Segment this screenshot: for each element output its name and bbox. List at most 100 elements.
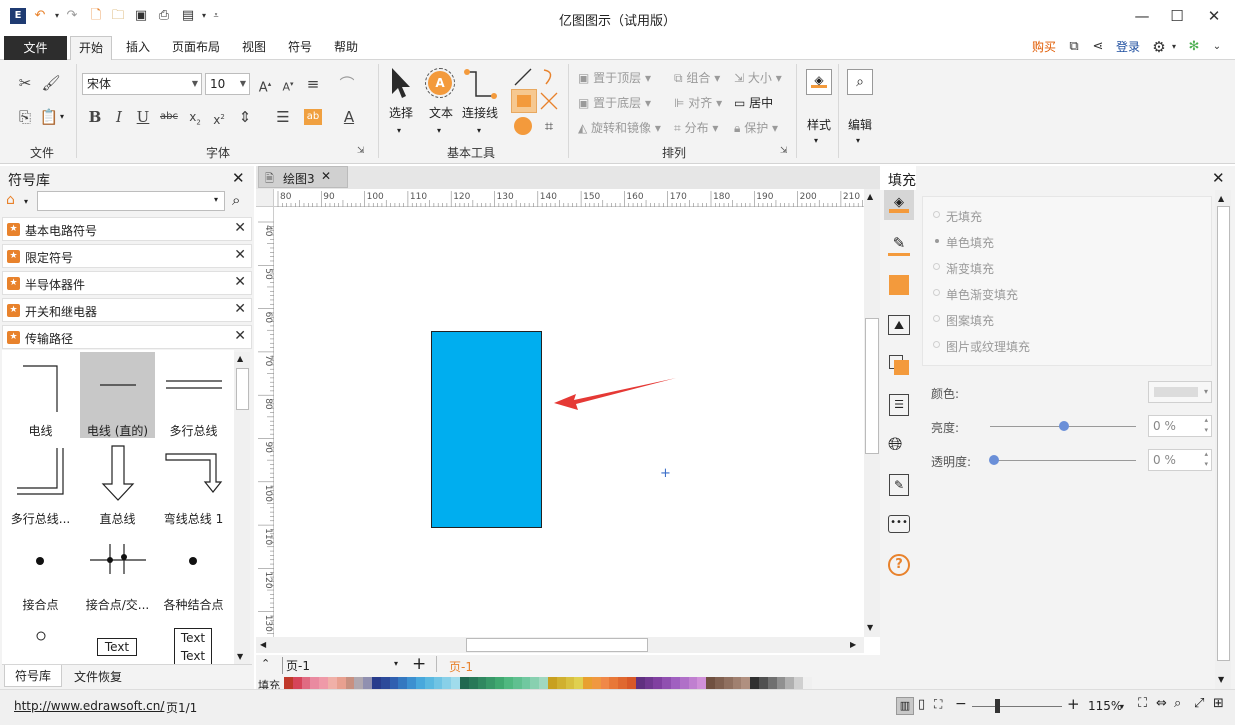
fit-width-icon[interactable]: ⇔ [1156, 696, 1167, 711]
grid-icon[interactable]: ⊞ [1213, 696, 1224, 711]
undo-dropdown-icon[interactable]: ▾ [49, 8, 65, 24]
shape-multiline-bus-corner[interactable]: 多行总线... [3, 440, 78, 526]
transparency-slider-thumb[interactable] [989, 455, 999, 465]
category-close-icon[interactable]: ✕ [234, 247, 246, 263]
copy-icon[interactable]: ⎘ [14, 106, 36, 128]
color-swatch[interactable] [609, 677, 619, 689]
bold-icon[interactable]: B [84, 106, 106, 128]
login-link[interactable]: 登录 [1108, 34, 1148, 60]
page-tab[interactable]: 页-1 [449, 658, 473, 675]
distribute-button[interactable]: ⌗ 分布 ▾ [674, 119, 718, 136]
radio-texture-fill[interactable] [933, 341, 940, 348]
color-swatch[interactable] [759, 677, 768, 689]
shape-text-box[interactable]: Text [80, 616, 155, 664]
page-collapse-icon[interactable]: ⌃ [261, 657, 270, 670]
color-swatch[interactable] [547, 677, 557, 689]
library-scroll-thumb[interactable] [236, 368, 249, 410]
font-name-select[interactable]: 宋体 ▼ [82, 73, 202, 95]
color-swatch[interactable] [671, 677, 680, 689]
color-swatch[interactable] [424, 677, 434, 689]
style-dropdown-icon[interactable]: ▾ [814, 136, 818, 145]
text-tool-icon[interactable]: A [425, 68, 455, 98]
option-no-fill[interactable]: 无填充 [946, 208, 982, 225]
radio-gradient-fill[interactable] [933, 263, 940, 270]
color-swatch[interactable] [530, 677, 540, 689]
library-category-row[interactable]: ★ 限定符号 ✕ [2, 244, 252, 268]
paste-icon[interactable]: 📋 [38, 106, 60, 128]
category-close-icon[interactable]: ✕ [234, 220, 246, 236]
fullscreen-icon[interactable]: ⤢ [1194, 696, 1204, 711]
color-swatch[interactable] [600, 677, 610, 689]
search-dropdown-icon[interactable]: ▾ [214, 195, 218, 204]
vscroll-up-icon[interactable]: ▲ [867, 192, 873, 201]
category-close-icon[interactable]: ✕ [234, 301, 246, 317]
color-swatch[interactable] [679, 677, 689, 689]
radio-solid-gradient-fill[interactable] [933, 289, 940, 296]
transparency-input[interactable]: 0 % ▴ ▾ [1148, 449, 1212, 471]
color-swatch[interactable] [327, 677, 337, 689]
shrink-font-icon[interactable]: A▾ [277, 73, 299, 95]
color-swatch[interactable] [644, 677, 654, 689]
shape-wire-straight[interactable]: 电线 (直的) [80, 352, 155, 438]
fill-scroll-up-icon[interactable]: ▲ [1218, 194, 1224, 203]
search-icon[interactable]: ⌕ [232, 191, 240, 209]
paste-dropdown-icon[interactable]: ▾ [60, 112, 64, 121]
zoom-dropdown-icon[interactable]: ▾ [1120, 702, 1124, 711]
brightness-input[interactable]: 0 % ▴ ▾ [1148, 415, 1212, 437]
color-swatch[interactable] [371, 677, 381, 689]
paragraph-align-icon[interactable]: ≡ [302, 73, 324, 95]
color-swatch[interactable] [723, 677, 733, 689]
color-swatch[interactable] [451, 677, 460, 689]
connector-dropdown-icon[interactable]: ▾ [477, 126, 481, 135]
color-swatch[interactable] [284, 677, 293, 689]
color-swatch[interactable] [459, 677, 469, 689]
select-tool-label[interactable]: 选择 [386, 104, 416, 121]
protect-button[interactable]: 🔒︎ 保护 ▾ [734, 119, 778, 136]
color-swatch[interactable] [486, 677, 496, 689]
color-swatch[interactable] [292, 677, 302, 689]
note-icon[interactable]: ✎ [889, 474, 909, 496]
home-dropdown-icon[interactable]: ▾ [24, 197, 28, 206]
home-icon[interactable]: ⌂ [6, 192, 15, 208]
radio-no-fill[interactable] [933, 211, 940, 218]
option-pattern-fill[interactable]: 图案填充 [946, 312, 994, 329]
connector-tool-label[interactable]: 连接线 [460, 104, 500, 121]
view-page-icon[interactable]: ▯ [918, 697, 925, 712]
crop-tool-icon[interactable]: ⌗ [538, 115, 560, 137]
open-folder-icon[interactable]: 🗀 [110, 8, 126, 24]
color-swatch[interactable] [715, 677, 724, 689]
group-button[interactable]: ⧉ 组合 ▾ [674, 69, 720, 86]
fill-tab-icon[interactable]: ◈ [884, 190, 914, 220]
connector-tool-icon[interactable] [462, 68, 500, 102]
layers-icon[interactable] [889, 355, 909, 375]
subscript-icon[interactable]: x2 [184, 106, 206, 128]
fit-page-icon[interactable]: ⛶ [1138, 696, 1147, 711]
shape-text-stack[interactable]: Text Text [156, 616, 231, 666]
cut-icon[interactable]: ✂ [14, 72, 36, 94]
fill-scroll-thumb[interactable] [1217, 206, 1230, 661]
arc-tool-icon[interactable] [538, 66, 560, 88]
category-close-icon[interactable]: ✕ [234, 328, 246, 344]
hscroll-left-icon[interactable]: ◀ [260, 640, 266, 649]
style-icon[interactable]: ◈ [806, 69, 832, 95]
radio-pattern-fill[interactable] [933, 315, 940, 322]
shape-open-junction[interactable] [3, 616, 78, 664]
color-swatch[interactable] [503, 677, 513, 689]
color-swatch[interactable] [301, 677, 311, 689]
color-swatch[interactable] [495, 677, 504, 689]
library-category-row[interactable]: ★ 传输路径 ✕ [2, 325, 252, 349]
line-style-icon[interactable]: ✎ [888, 234, 910, 256]
color-swatch[interactable] [398, 677, 408, 689]
menu-view[interactable]: 视图 [234, 34, 274, 60]
zoom-slider-thumb[interactable] [995, 699, 1000, 713]
color-swatch[interactable] [653, 677, 663, 689]
menu-help[interactable]: 帮助 [326, 34, 366, 60]
bullet-list-icon[interactable]: ☰ [272, 106, 294, 128]
color-swatch[interactable] [767, 677, 777, 689]
color-swatch[interactable] [583, 677, 592, 689]
color-swatch[interactable] [662, 677, 672, 689]
menu-file[interactable]: 文件 [4, 36, 67, 60]
color-swatch[interactable] [539, 677, 548, 689]
settings-gear-icon[interactable]: ⚙ [1151, 39, 1167, 55]
italic-icon[interactable]: I [108, 106, 130, 128]
